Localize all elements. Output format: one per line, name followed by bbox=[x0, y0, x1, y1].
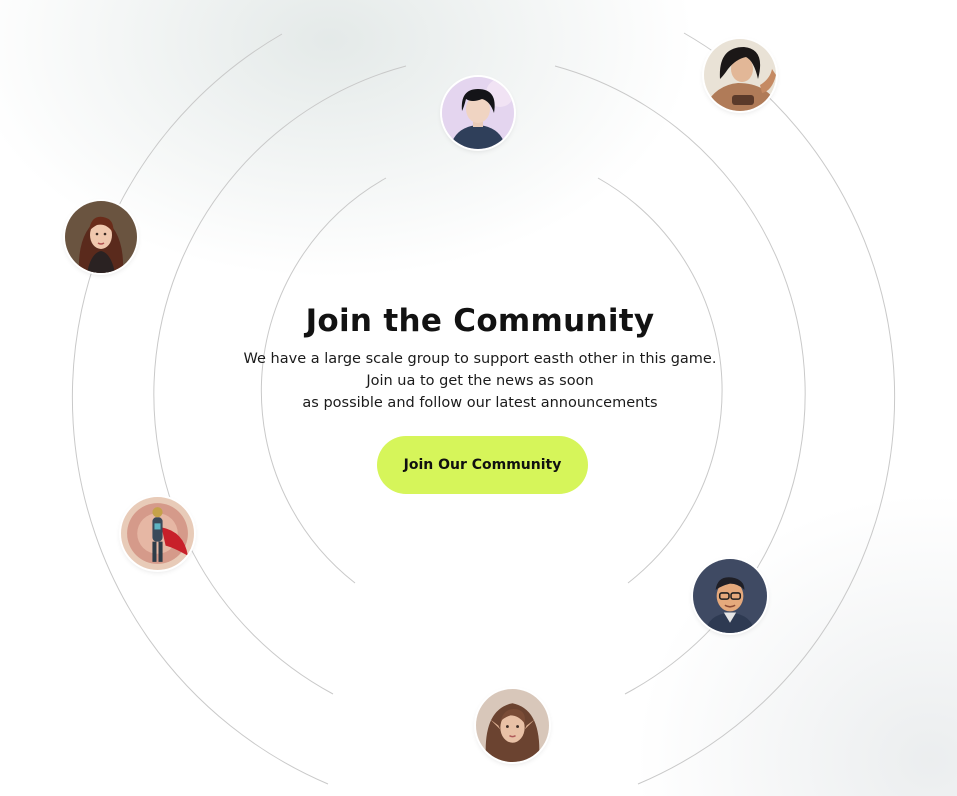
avatar-anime-boy bbox=[442, 77, 514, 149]
avatar-elf-woman bbox=[476, 689, 549, 762]
avatar-cartoon-man-glasses bbox=[693, 559, 767, 633]
join-community-button[interactable]: Join Our Community bbox=[377, 436, 588, 494]
community-section: Join the Community We have a large scale… bbox=[230, 300, 730, 414]
description-line-2: Join ua to get the news as soon bbox=[366, 373, 594, 389]
avatar-armored-hero bbox=[121, 497, 194, 570]
description-line-1: We have a large scale group to support e… bbox=[243, 351, 717, 367]
section-description: We have a large scale group to support e… bbox=[230, 348, 730, 414]
avatar-warrior-woman bbox=[704, 39, 776, 111]
section-title: Join the Community bbox=[305, 303, 655, 339]
avatar-red-haired-woman bbox=[65, 201, 137, 273]
description-line-3: as possible and follow our latest announ… bbox=[302, 395, 658, 411]
